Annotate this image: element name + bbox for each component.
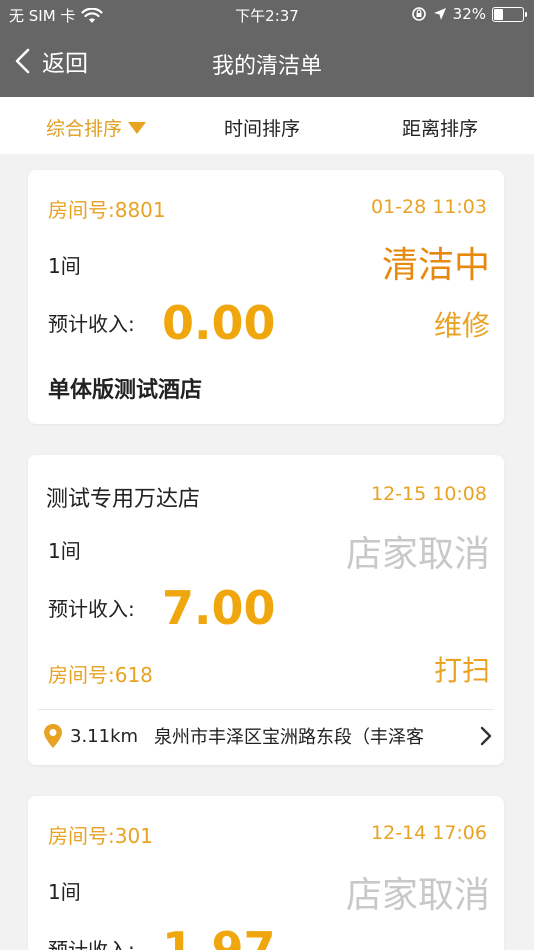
order-datetime: 01-28 11:03: [370, 196, 487, 218]
rooms-count: 1间: [48, 880, 81, 904]
room-number: 房间号:8801: [48, 198, 166, 222]
order-status: 清洁中: [381, 245, 490, 286]
order-status: 店家取消: [345, 875, 490, 916]
repair-action[interactable]: 维修: [434, 304, 490, 344]
sort-comprehensive-label: 综合排序: [46, 118, 123, 140]
hotel-name: 单体版测试酒店: [48, 378, 203, 403]
chevron-right-icon: [480, 726, 492, 746]
income-label: 预计收入:: [48, 597, 135, 621]
sort-time-label: 时间排序: [224, 118, 301, 140]
sort-distance-label: 距离排序: [402, 118, 479, 140]
battery-icon: [492, 6, 527, 22]
order-card-2[interactable]: 测试专用万达店 12-15 10:08 1间 店家取消 预计收入: 7.00 房…: [28, 455, 504, 765]
location-arrow-icon: [433, 8, 446, 20]
order-datetime: 12-14 17:06: [370, 822, 487, 844]
clean-action[interactable]: 打扫: [434, 649, 490, 689]
order-status: 店家取消: [345, 534, 490, 575]
income-label: 预计收入:: [48, 312, 135, 336]
sort-bar: 综合排序 时间排序 距离排序: [0, 97, 534, 154]
orientation-lock-icon: [411, 7, 426, 21]
income-amount: 1.97: [162, 922, 276, 950]
income-amount: 0.00: [162, 296, 276, 350]
status-bar: 无 SIM 卡 下午2:37 32%: [0, 0, 534, 30]
rooms-count: 1间: [48, 539, 81, 563]
sort-distance-tab[interactable]: 距离排序: [402, 114, 478, 141]
address-row[interactable]: 3.11km 泉州市丰泽区宝洲路东段（丰泽客: [42, 723, 494, 749]
room-number: 房间号:301: [48, 824, 153, 848]
nav-bar: 返回 我的清洁单: [0, 30, 534, 97]
hotel-name: 测试专用万达店: [46, 487, 201, 512]
address-label: 泉州市丰泽区宝洲路东段（丰泽客: [154, 727, 425, 748]
distance-label: 3.11km: [70, 725, 139, 747]
card-divider: [38, 709, 494, 710]
sort-comprehensive-tab[interactable]: 综合排序: [46, 114, 147, 141]
order-card-1[interactable]: 房间号:8801 01-28 11:03 1间 清洁中 预计收入: 0.00 维…: [28, 170, 504, 424]
income-label: 预计收入:: [48, 938, 135, 950]
room-number: 房间号:618: [48, 663, 153, 687]
order-card-3[interactable]: 房间号:301 12-14 17:06 1间 店家取消 预计收入: 1.97: [28, 796, 504, 950]
page-title: 我的清洁单: [211, 54, 322, 79]
location-pin-icon: [44, 724, 62, 748]
dropdown-triangle-icon: [128, 121, 147, 134]
sort-time-tab[interactable]: 时间排序: [224, 114, 300, 141]
battery-percent: 32%: [452, 5, 486, 23]
order-datetime: 12-15 10:08: [370, 483, 487, 505]
header: 无 SIM 卡 下午2:37 32% 返回 我的清洁单: [0, 0, 534, 97]
rooms-count: 1间: [48, 254, 81, 278]
income-amount: 7.00: [162, 581, 276, 635]
